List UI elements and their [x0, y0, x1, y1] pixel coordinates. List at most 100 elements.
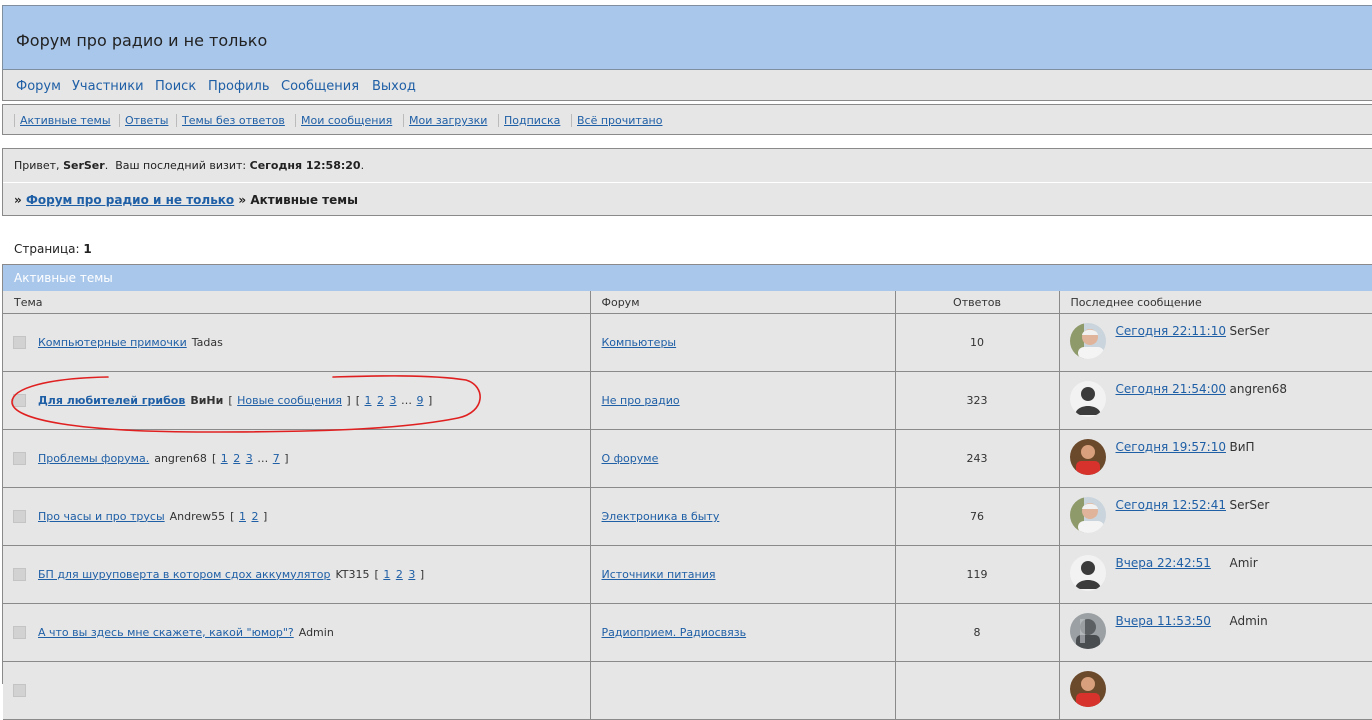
subnav-my-posts-link[interactable]: Мои сообщения: [301, 114, 392, 127]
breadcrumb-current: Активные темы: [250, 193, 358, 207]
board-header: Форум про радио и не только: [2, 5, 1372, 70]
subnav-active-topics[interactable]: Активные темы: [14, 114, 111, 127]
subnav-subscriptions[interactable]: Подписка: [498, 114, 560, 127]
page-link[interactable]: 2: [233, 452, 240, 465]
avatar[interactable]: [1069, 555, 1106, 591]
avatar[interactable]: [1069, 439, 1106, 475]
pagination-label: Страница:: [14, 242, 80, 256]
last-post-link[interactable]: Сегодня 22:11:10: [1116, 324, 1226, 338]
forum-link[interactable]: Не про радио: [602, 394, 680, 407]
subnav-my-uploads[interactable]: Мои загрузки: [403, 114, 487, 127]
topic-status-icon: [13, 336, 26, 350]
last-visit-suffix: .: [360, 159, 365, 172]
avatar[interactable]: [1069, 613, 1106, 649]
page-link[interactable]: 7: [273, 452, 280, 465]
topic-row: А что вы здесь мне скажете, какой "юмор"…: [3, 603, 1372, 662]
subnav-mark-read-link[interactable]: Всё прочитано: [577, 114, 662, 127]
last-post-user: SerSer: [1229, 498, 1270, 512]
avatar[interactable]: [1069, 381, 1106, 417]
nav-members[interactable]: Участники: [72, 79, 144, 94]
forum-link[interactable]: Источники питания: [602, 568, 716, 581]
forum-cell: Электроника в быту: [590, 487, 896, 546]
nav-search[interactable]: Поиск: [155, 79, 196, 94]
replies-count: [895, 661, 1060, 720]
forum-link[interactable]: О форуме: [602, 452, 659, 465]
topic-title-link[interactable]: Для любителей грибов: [38, 394, 185, 407]
forum-cell: Не про радио: [590, 371, 896, 430]
pagination-current: 1: [83, 242, 92, 256]
page-ellipsis: …: [257, 451, 269, 465]
page-link[interactable]: 9: [417, 394, 424, 407]
last-post-link[interactable]: Сегодня 12:52:41: [1116, 498, 1226, 512]
last-post-cell: Сегодня 22:11:10 SerSer: [1059, 313, 1372, 372]
page-link[interactable]: 2: [377, 394, 384, 407]
subnav-unanswered[interactable]: Темы без ответов: [176, 114, 285, 127]
subnav-subscriptions-link[interactable]: Подписка: [504, 114, 560, 127]
breadcrumb-forum-link[interactable]: Форум про радио и не только: [26, 193, 234, 207]
forum-link[interactable]: Радиоприем. Радиосвязь: [602, 626, 747, 639]
new-posts-link[interactable]: Новые сообщения: [237, 394, 342, 407]
last-post-link[interactable]: Сегодня 19:57:10: [1116, 440, 1226, 454]
forum-cell: О форуме: [590, 429, 896, 488]
page-link[interactable]: 1: [239, 510, 246, 523]
subnav-replies[interactable]: Ответы: [119, 114, 168, 127]
page-link[interactable]: 1: [383, 568, 390, 581]
topic-title-link[interactable]: БП для шуруповерта в котором сдох аккуму…: [38, 568, 330, 581]
last-post-user: Admin: [1229, 614, 1268, 628]
last-post-user: SerSer: [1229, 324, 1270, 338]
sub-nav: Активные темы Ответы Темы без ответов Мо…: [2, 104, 1372, 135]
forum-link[interactable]: Компьютеры: [602, 336, 677, 349]
nav-profile[interactable]: Профиль: [208, 79, 270, 94]
topic-list-title: Активные темы: [14, 271, 113, 285]
page-link[interactable]: 3: [390, 394, 397, 407]
topic-cell: Компьютерные примочки Tadas: [3, 313, 591, 372]
forum-link[interactable]: Электроника в быту: [602, 510, 720, 523]
subnav-my-posts[interactable]: Мои сообщения: [295, 114, 392, 127]
avatar[interactable]: [1069, 323, 1106, 359]
new-posts-group: [ Новые сообщения ]: [228, 393, 351, 407]
topic-title-link[interactable]: Проблемы форума.: [38, 452, 149, 465]
nav-logout[interactable]: Выход: [372, 79, 416, 94]
page-link[interactable]: 3: [408, 568, 415, 581]
pagination: Страница: 1: [14, 242, 92, 256]
welcome-divider: [3, 182, 1372, 183]
subnav-mark-read[interactable]: Всё прочитано: [571, 114, 662, 127]
nav-forum[interactable]: Форум: [16, 79, 61, 94]
topic-status-icon: [13, 452, 26, 466]
avatar[interactable]: [1069, 497, 1106, 533]
board-title: Форум про радио и не только: [16, 31, 268, 50]
page-link[interactable]: 2: [396, 568, 403, 581]
subnav-unanswered-link[interactable]: Темы без ответов: [182, 114, 285, 127]
topic-title-link[interactable]: Про часы и про трусы: [38, 510, 165, 523]
topic-list-panel: Активные темы Тема Форум Ответов Последн…: [2, 264, 1372, 720]
topic-status-icon: [13, 684, 26, 698]
topic-row: Проблемы форума. angren68 [ 1 2 3 … 7 ] О ф…: [3, 429, 1372, 488]
topic-row: Про часы и про трусы Andrew55 [ 1 2 ] Элект…: [3, 487, 1372, 546]
topic-title-link[interactable]: А что вы здесь мне скажете, какой "юмор"…: [38, 626, 294, 639]
page-link[interactable]: 1: [221, 452, 228, 465]
page-link[interactable]: 3: [246, 452, 253, 465]
last-post-link[interactable]: Сегодня 21:54:00: [1116, 382, 1226, 396]
subnav-my-uploads-link[interactable]: Мои загрузки: [409, 114, 487, 127]
last-post-link[interactable]: Вчера 22:42:51: [1116, 556, 1211, 570]
topic-author: Andrew55: [169, 509, 226, 523]
welcome-panel: Привет, SerSer. Ваш последний визит: Сег…: [2, 148, 1372, 216]
forum-cell: Компьютеры: [590, 313, 896, 372]
avatar[interactable]: [1069, 671, 1106, 707]
replies-count: 119: [895, 545, 1060, 604]
topic-author: angren68: [154, 451, 207, 465]
page-ellipsis: …: [401, 393, 413, 407]
page-link[interactable]: 2: [251, 510, 258, 523]
subnav-replies-link[interactable]: Ответы: [125, 114, 168, 127]
last-post-link[interactable]: Вчера 11:53:50: [1116, 614, 1211, 628]
nav-messages[interactable]: Сообщения: [281, 79, 359, 94]
subnav-active-topics-link[interactable]: Активные темы: [20, 114, 111, 127]
main-nav: Форум Участники Поиск Профиль Сообщения …: [2, 70, 1372, 101]
topic-title-link[interactable]: Компьютерные примочки: [38, 336, 187, 349]
forum-cell: Источники питания: [590, 545, 896, 604]
page-link[interactable]: 1: [365, 394, 372, 407]
topic-row: [3, 661, 1372, 720]
replies-count: 8: [895, 603, 1060, 662]
topic-row: БП для шуруповерта в котором сдох аккуму…: [3, 545, 1372, 604]
topic-cell: Для любителей грибов ВиНи [ Новые сообщени…: [3, 371, 591, 430]
